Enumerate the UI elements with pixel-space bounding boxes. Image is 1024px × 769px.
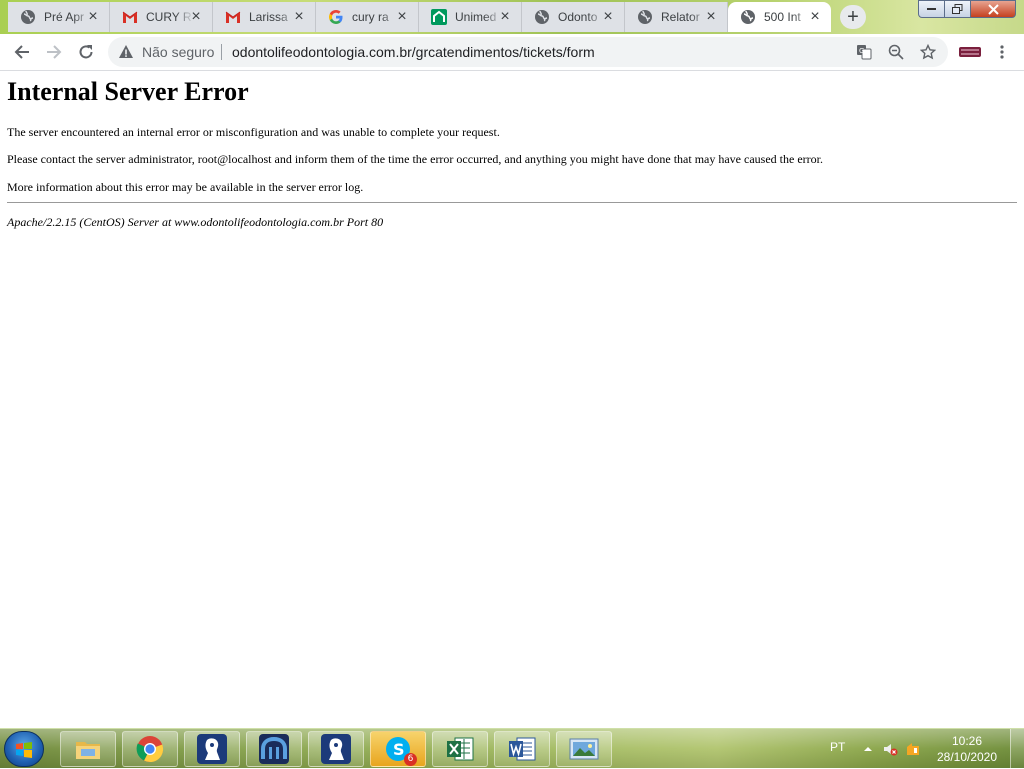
taskbar-skype[interactable]: S 6: [370, 731, 426, 767]
close-icon[interactable]: ×: [600, 9, 616, 25]
tab-1[interactable]: CURY R ×: [110, 2, 213, 32]
close-icon[interactable]: ×: [85, 9, 101, 25]
windows-logo-icon: [16, 742, 32, 758]
app-arch-icon: [259, 734, 289, 764]
url-text[interactable]: odontolifeodontologia.com.br/grcatendime…: [232, 44, 595, 60]
tab-5[interactable]: Odonto ×: [522, 2, 625, 32]
page-content: Internal Server Error The server encount…: [0, 71, 1024, 728]
menu-button[interactable]: [988, 38, 1016, 66]
close-icon[interactable]: ×: [188, 9, 204, 25]
language-indicator[interactable]: PT: [830, 740, 845, 754]
close-icon[interactable]: ×: [703, 9, 719, 25]
zoom-out-icon[interactable]: [886, 42, 906, 62]
taskbar-app[interactable]: [184, 731, 240, 767]
arrow-right-icon: [47, 45, 62, 59]
new-tab-button[interactable]: +: [840, 5, 866, 29]
tab-label: Odonto: [558, 10, 598, 24]
tab-2[interactable]: Larissa ×: [213, 2, 316, 32]
tab-strip: Pré Apr × CURY R × Larissa × cury ra × U…: [0, 0, 1024, 34]
reload-icon: [79, 45, 93, 59]
divider: [7, 202, 1017, 203]
error-paragraph: More information about this error may be…: [7, 180, 364, 194]
svg-text:S: S: [393, 740, 405, 759]
security-status[interactable]: Não seguro: [142, 44, 214, 60]
tab-3[interactable]: cury ra ×: [316, 2, 419, 32]
word-icon: [507, 734, 537, 764]
reload-button[interactable]: [72, 38, 100, 66]
close-icon[interactable]: ×: [807, 9, 823, 25]
tab-7-active[interactable]: 500 Int ×: [728, 2, 831, 32]
excel-icon: [445, 734, 475, 764]
tab-label: Relator: [661, 10, 700, 24]
tab-label: Unimed: [455, 10, 497, 24]
tab-label: CURY R: [146, 10, 192, 24]
google-icon: [328, 9, 344, 25]
show-hidden-icons-icon[interactable]: [860, 741, 876, 757]
close-icon: [987, 3, 999, 15]
taskbar-file-explorer[interactable]: [60, 731, 116, 767]
chrome-icon: [135, 734, 165, 764]
tab-4[interactable]: Unimed ×: [419, 2, 522, 32]
tab-0[interactable]: Pré Apr ×: [8, 2, 110, 32]
show-desktop-button[interactable]: [1010, 729, 1024, 769]
tab-6[interactable]: Relator ×: [625, 2, 728, 32]
plus-icon: +: [847, 5, 859, 28]
app-figure-icon: [197, 734, 227, 764]
tab-label: cury ra: [352, 10, 389, 24]
browser-toolbar: Não seguro odontolifeodontologia.com.br/…: [0, 34, 1024, 71]
clock-time: 10:26: [951, 734, 983, 748]
start-button[interactable]: [4, 731, 44, 767]
taskbar-app[interactable]: [246, 731, 302, 767]
divider: [221, 44, 222, 60]
tab-label: Larissa: [249, 10, 288, 24]
minimize-icon: [926, 8, 936, 10]
notification-badge: 6: [404, 753, 417, 766]
gmail-icon: [122, 9, 138, 25]
file-explorer-icon: [73, 734, 103, 764]
more-vert-icon: [1000, 45, 1004, 59]
close-icon[interactable]: ×: [291, 9, 307, 25]
taskbar-photo-viewer[interactable]: [556, 731, 612, 767]
error-paragraph: The server encountered an internal error…: [7, 125, 500, 139]
minimize-button[interactable]: [918, 0, 945, 18]
taskbar-word[interactable]: [494, 731, 550, 767]
skype-icon: S 6: [383, 734, 417, 766]
gmail-icon: [225, 9, 241, 25]
clock[interactable]: 10:26 28/10/2020: [932, 733, 1002, 765]
bookmark-star-icon[interactable]: [918, 42, 938, 62]
tab-label: 500 Int: [764, 10, 801, 24]
server-signature: Apache/2.2.15 (CentOS) Server at www.odo…: [7, 215, 384, 229]
unimed-icon: [431, 9, 447, 25]
forward-button[interactable]: [40, 38, 68, 66]
close-icon[interactable]: ×: [394, 9, 410, 25]
extension-icon: [959, 47, 981, 57]
page-title: Internal Server Error: [7, 77, 249, 106]
taskbar-app[interactable]: [308, 731, 364, 767]
translate-icon[interactable]: G: [854, 42, 874, 62]
svg-text:G: G: [859, 47, 864, 55]
globe-icon: [20, 9, 36, 25]
close-icon[interactable]: ×: [497, 9, 513, 25]
restore-button[interactable]: [944, 0, 971, 18]
globe-icon: [637, 9, 653, 25]
arrow-left-icon: [14, 45, 29, 59]
taskbar: S 6 PT 10:26 28/10/2020: [0, 728, 1024, 769]
taskbar-chrome[interactable]: [122, 731, 178, 767]
globe-icon: [534, 9, 550, 25]
globe-icon: [740, 9, 756, 25]
extension-button[interactable]: [956, 38, 984, 66]
app-figure-icon: [321, 734, 351, 764]
error-paragraph: Please contact the server administrator,…: [7, 152, 823, 166]
volume-muted-icon[interactable]: [882, 741, 898, 757]
photo-viewer-icon: [569, 734, 599, 764]
taskbar-excel[interactable]: [432, 731, 488, 767]
back-button[interactable]: [8, 38, 36, 66]
restore-icon: [952, 4, 963, 14]
close-window-button[interactable]: [970, 0, 1016, 18]
action-center-icon[interactable]: [905, 741, 921, 757]
clock-date: 28/10/2020: [936, 750, 998, 764]
address-bar[interactable]: Não seguro odontolifeodontologia.com.br/…: [108, 37, 948, 67]
warning-icon[interactable]: [118, 44, 134, 60]
